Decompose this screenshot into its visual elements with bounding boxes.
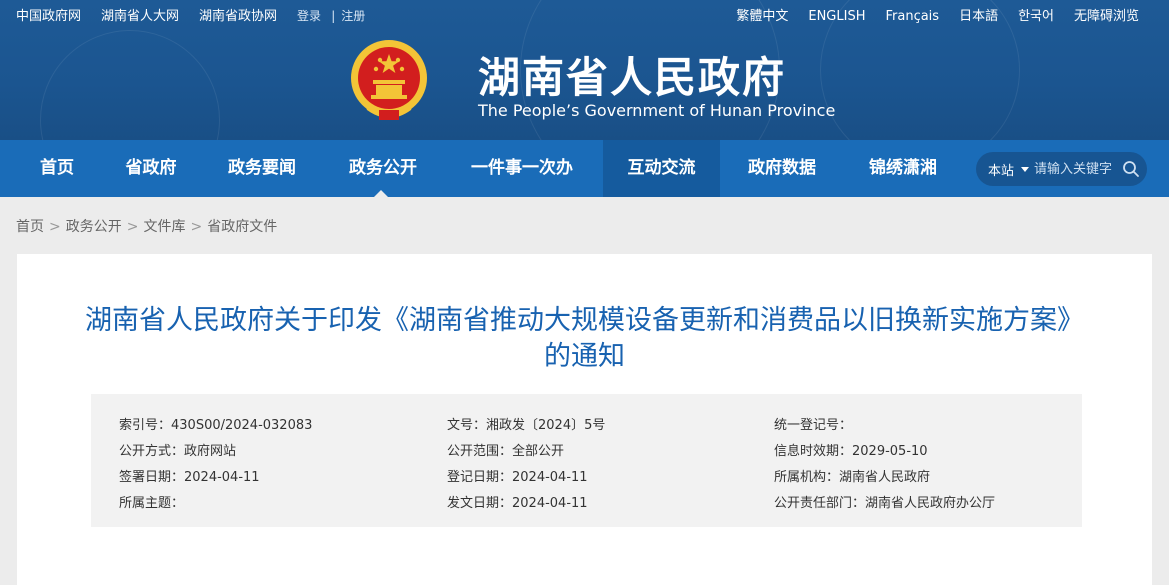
top-bar: 中国政府网 湖南省人大网 湖南省政协网 登录 | 注册 繁體中文 ENGLISH Franç… (0, 0, 1169, 26)
breadcrumb: 首页 > 政务公开 > 文件库 > 省政府文件 (16, 216, 277, 236)
meta-publish-scope: 公开范围：全部公开 (447, 444, 565, 459)
lang-japanese[interactable]: 日本語 (959, 9, 998, 24)
active-nav-indicator (374, 190, 388, 197)
site-header: 中国政府网 湖南省人大网 湖南省政协网 登录 | 注册 繁體中文 ENGLISH Franç… (0, 0, 1169, 140)
meta-register-date: 登记日期：2024-04-11 (447, 470, 588, 485)
chevron-down-icon[interactable] (1021, 167, 1029, 172)
register-link[interactable]: 注册 (341, 9, 365, 23)
breadcrumb-province-files[interactable]: 省政府文件 (207, 219, 277, 235)
language-links: 繁體中文 ENGLISH Français 日本語 한국어 无障碍浏览 (716, 5, 1139, 24)
nav-gov-data[interactable]: 政府数据 (730, 140, 834, 197)
search-box: 本站 (976, 152, 1147, 186)
search-icon[interactable] (1122, 160, 1140, 178)
document-panel: 湖南省人民政府关于印发《湖南省推动大规模设备更新和消费品以旧换新实施方案》的通知… (17, 254, 1152, 585)
nav-one-thing-once[interactable]: 一件事一次办 (454, 140, 590, 197)
nav-province-gov[interactable]: 省政府 (108, 140, 194, 197)
site-title: 湖南省人民政府 (478, 53, 787, 102)
search-input[interactable] (1034, 158, 1118, 180)
breadcrumb-home[interactable]: 首页 (16, 219, 44, 235)
lang-french[interactable]: Français (885, 9, 939, 24)
link-hunan-cppcc[interactable]: 湖南省政协网 (199, 9, 277, 24)
login-link[interactable]: 登录 (297, 9, 321, 23)
lang-english[interactable]: ENGLISH (808, 9, 865, 24)
document-title: 湖南省人民政府关于印发《湖南省推动大规模设备更新和消费品以旧换新实施方案》的通知 (85, 305, 1084, 372)
meta-publish-method: 公开方式：政府网站 (119, 444, 237, 459)
breadcrumb-separator: > (49, 219, 61, 235)
meta-responsible-dept: 公开责任部门：湖南省人民政府办公厅 (774, 496, 996, 511)
nav-gov-disclosure[interactable]: 政务公开 (331, 140, 435, 197)
meta-agency: 所属机构：湖南省人民政府 (774, 470, 931, 485)
breadcrumb-file-library[interactable]: 文件库 (143, 219, 185, 235)
national-emblem-icon (351, 40, 427, 120)
site-subtitle: The People’s Government of Hunan Provinc… (478, 101, 836, 120)
breadcrumb-separator: > (126, 219, 139, 235)
meta-unified-reg-no: 统一登记号： (774, 418, 853, 433)
meta-doc-no: 文号：湘政发〔2024〕5号 (447, 418, 606, 433)
lang-korean[interactable]: 한국어 (1018, 9, 1054, 24)
accessibility-link[interactable]: 无障碍浏览 (1074, 9, 1139, 24)
nav-gov-news[interactable]: 政务要闻 (210, 140, 314, 197)
link-gov-cn[interactable]: 中国政府网 (16, 9, 81, 24)
meta-sign-date: 签署日期：2024-04-11 (119, 470, 260, 485)
nav-jinxiu-xiaoxiang[interactable]: 锦绣潇湘 (851, 140, 955, 197)
top-links: 中国政府网 湖南省人大网 湖南省政协网 登录 | 注册 (16, 5, 365, 24)
breadcrumb-gov-disclosure[interactable]: 政务公开 (66, 219, 122, 235)
nav-home[interactable]: 首页 (16, 140, 98, 197)
document-meta-table: 索引号：430S00/2024-032083 文号：湘政发〔2024〕5号 统一… (91, 394, 1082, 527)
meta-index-no: 索引号：430S00/2024-032083 (119, 418, 313, 433)
meta-topic: 所属主题： (119, 496, 185, 511)
divider: | (331, 9, 336, 23)
header-decoration (40, 30, 220, 140)
nav-interaction[interactable]: 互动交流 (603, 140, 720, 197)
meta-issue-date: 发文日期：2024-04-11 (447, 496, 588, 511)
search-scope-select[interactable]: 本站 (988, 160, 1014, 179)
lang-traditional-chinese[interactable]: 繁體中文 (736, 9, 788, 24)
meta-validity: 信息时效期：2029-05-10 (774, 444, 928, 459)
breadcrumb-separator: > (190, 219, 203, 235)
link-hunan-npc[interactable]: 湖南省人大网 (101, 9, 179, 24)
